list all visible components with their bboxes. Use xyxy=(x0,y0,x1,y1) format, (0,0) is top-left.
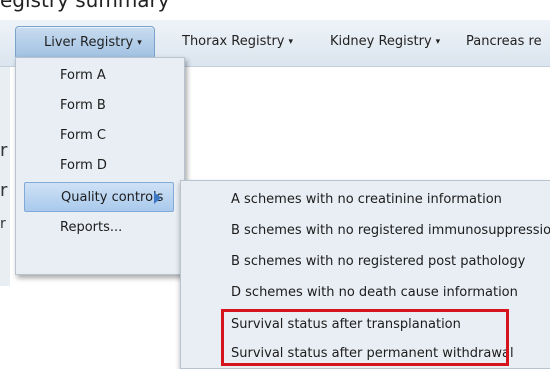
menu-item-quality-controls-label: Quality controls xyxy=(61,190,164,205)
nav-kidney-registry[interactable]: Kidney Registry ▾ xyxy=(330,26,440,58)
caret-down-icon: ▾ xyxy=(435,37,441,47)
nav-kidney-registry-label: Kidney Registry xyxy=(330,34,432,49)
submenu-item-b-no-post-pathology[interactable]: B schemes with no registered post pathol… xyxy=(231,254,525,269)
submenu-item-b-no-immunosuppression[interactable]: B schemes with no registered immunosuppr… xyxy=(231,223,550,238)
page-text-fragment: r xyxy=(0,180,8,201)
submenu-item-a-no-creatinine[interactable]: A schemes with no creatinine information xyxy=(231,192,502,207)
submenu-item-d-no-death-cause[interactable]: D schemes with no death cause informatio… xyxy=(231,285,518,300)
nav-pancreas-registry-label: Pancreas re xyxy=(466,34,542,49)
menu-item-form-c[interactable]: Form C xyxy=(24,121,174,151)
menu-item-quality-controls[interactable]: Quality controls xyxy=(24,182,174,212)
red-highlight-box xyxy=(221,309,509,366)
nav-liver-registry[interactable]: Liver Registry ▾ xyxy=(15,26,155,60)
liver-registry-dropdown: Form A Form B Form C Form D Quality cont… xyxy=(15,57,185,275)
page-title-fragment: egistry summary xyxy=(0,0,170,12)
caret-down-icon: ▾ xyxy=(288,37,294,47)
menu-item-form-b[interactable]: Form B xyxy=(24,91,174,121)
nav-liver-registry-label: Liver Registry xyxy=(44,35,134,50)
nav-thorax-registry[interactable]: Thorax Registry ▾ xyxy=(182,26,293,58)
submenu-arrow-icon xyxy=(154,192,161,204)
page-left-panel-edge xyxy=(0,66,10,286)
caret-down-icon: ▾ xyxy=(137,38,142,48)
page-text-fragment: r xyxy=(0,216,6,232)
menu-item-reports[interactable]: Reports... xyxy=(24,213,174,243)
nav-thorax-registry-label: Thorax Registry xyxy=(182,34,285,49)
menu-item-form-d[interactable]: Form D xyxy=(24,151,174,181)
page-text-fragment: r xyxy=(0,140,8,161)
menu-item-form-a[interactable]: Form A xyxy=(24,61,174,91)
nav-pancreas-registry[interactable]: Pancreas re xyxy=(466,26,542,58)
